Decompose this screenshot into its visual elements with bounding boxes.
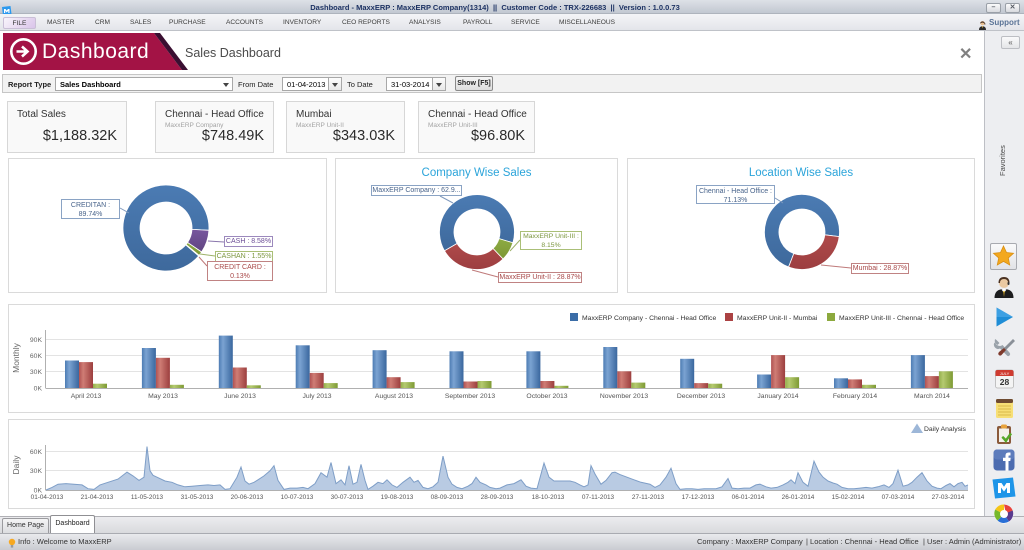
svg-text:JULY: JULY xyxy=(1000,371,1010,376)
svg-text:28: 28 xyxy=(1000,377,1010,387)
